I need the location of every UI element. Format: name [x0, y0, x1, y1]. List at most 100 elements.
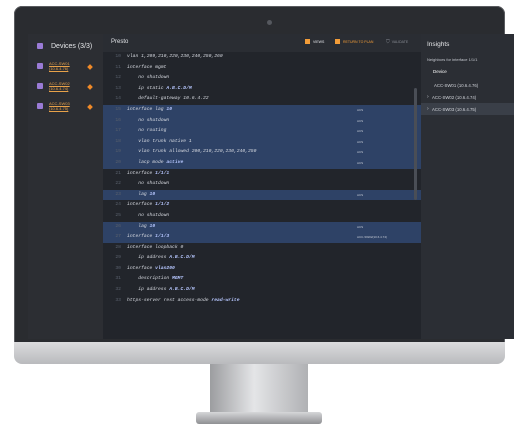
- diamond-icon: [87, 104, 93, 110]
- line-annotation: ACS: [357, 224, 364, 229]
- line-number: 22: [115, 181, 121, 187]
- devices-title: Devices (3/3): [51, 42, 93, 50]
- code-line[interactable]: 17 no routing ACS: [103, 126, 421, 137]
- code-line[interactable]: 33 https-server rest access-mode read-wri…: [103, 296, 421, 307]
- code-text: description MGMT: [127, 276, 184, 282]
- device-link[interactable]: ACC-SW03 (10.6.4.75): [49, 101, 81, 111]
- code-text: lacp mode active: [127, 159, 184, 165]
- code-variable: read-write: [211, 297, 240, 303]
- code-text: no shutdown: [127, 117, 170, 123]
- code-text: interface loopback 0: [127, 244, 184, 250]
- code-variable: 1/1/3: [155, 234, 170, 240]
- code-line[interactable]: 25 no shutdown: [103, 211, 421, 222]
- code-text: interface 1/1/1: [127, 170, 170, 176]
- line-number: 23: [115, 191, 121, 197]
- code-line[interactable]: 12 no shutdown: [103, 73, 421, 84]
- code-line[interactable]: 22 no shutdown: [103, 179, 421, 190]
- neighbor-list: ACC-SW01 (10.6.4.76) › ACC-SW02 (10.6.4.74…: [421, 79, 514, 115]
- diamond-icon: [87, 64, 93, 70]
- code-line[interactable]: 32 ip address A.B.C.D/M: [103, 285, 421, 296]
- return-to-plan-button[interactable]: RETURN TO PLAN: [335, 39, 373, 44]
- line-number: 33: [115, 297, 121, 303]
- line-number: 10: [115, 54, 121, 59]
- code-variable: vlan200: [155, 265, 175, 271]
- code-variable: 10: [149, 223, 156, 229]
- code-line[interactable]: 16 no shutdown ACS: [103, 115, 421, 127]
- line-number: 21: [115, 170, 121, 176]
- code-text: interface 1/1/3: [127, 234, 170, 240]
- app-screen: Devices (3/3) ACC-SW01 (10.6.4.76) ACC-SW…: [28, 34, 514, 339]
- code-text: no shutdown: [127, 75, 170, 81]
- code-variable: 1/1/1: [155, 170, 170, 176]
- code-line[interactable]: 27 interface 1/1/3 ACC-SW02(10.6.4.74): [103, 232, 421, 243]
- code-variable: 1/1/2: [155, 202, 170, 208]
- code-variable: 10: [149, 191, 156, 197]
- camera-dot: [267, 20, 272, 25]
- code-line[interactable]: 19 vlan trunk allowed 200,210,220,230,24…: [103, 147, 421, 158]
- code-text: interface vlan200: [127, 265, 175, 271]
- filter-icon: ⛉: [386, 39, 390, 45]
- monitor-chin: [14, 342, 505, 364]
- select-all-checkbox[interactable]: [37, 43, 43, 49]
- code-line[interactable]: 31 description MGMT: [103, 274, 421, 285]
- neighbor-row[interactable]: ACC-SW01 (10.6.4.76): [421, 79, 514, 91]
- code-variable: 10: [166, 106, 173, 112]
- code-text: interface lag 10: [127, 106, 173, 112]
- line-annotation: ACS: [357, 139, 364, 144]
- device-checkbox[interactable]: [37, 63, 43, 69]
- code-line[interactable]: 23 lag 10 ACS: [103, 189, 421, 201]
- editor-scrollbar[interactable]: [414, 88, 417, 200]
- validate-button[interactable]: ⛉ VALIDATE: [386, 39, 408, 45]
- code-line[interactable]: 18 vlan trunk native 1 ACS: [103, 136, 421, 148]
- code-line[interactable]: 11 interface mgmt: [103, 63, 421, 74]
- devices-header: Devices (3/3): [28, 34, 103, 58]
- code-line[interactable]: 24 interface 1/1/2: [103, 200, 421, 211]
- neighbor-label: ACC-SW03 (10.6.4.75): [432, 106, 477, 112]
- line-annotation: ACC-SW02(10.6.4.74): [357, 235, 388, 240]
- editor-header: Presto VIEWS RETURN TO PLAN ⛉ VALIDATE: [103, 34, 421, 52]
- views-button[interactable]: VIEWS: [305, 39, 324, 44]
- neighbor-row[interactable]: › ACC-SW03 (10.6.4.75): [421, 103, 514, 115]
- code-area[interactable]: 10 vlan 1,209,210,220,230,240,250,260 11 in…: [103, 52, 421, 306]
- code-variable: MGMT: [172, 276, 184, 282]
- line-number: 12: [115, 75, 121, 81]
- line-number: 18: [115, 138, 121, 144]
- device-link[interactable]: ACC-SW01 (10.6.4.76): [49, 61, 81, 71]
- device-checkbox[interactable]: [37, 83, 43, 89]
- insights-subtitle: Neighbors for interface 1/1/1: [427, 57, 478, 62]
- code-line[interactable]: 20 lacp mode active ACS: [103, 157, 421, 169]
- line-annotation: ACS: [357, 107, 364, 112]
- code-text: no shutdown: [127, 181, 170, 187]
- code-text: https-server rest access-mode read-write: [127, 297, 240, 303]
- code-line[interactable]: 26 lag 10 ACS: [103, 221, 421, 233]
- code-line[interactable]: 28 interface loopback 0: [103, 243, 421, 254]
- line-number: 29: [115, 255, 121, 261]
- code-text: lag 10: [127, 223, 156, 229]
- code-variable: A.B.C.D/M: [166, 85, 192, 91]
- line-annotation: ACS: [357, 160, 364, 165]
- device-link[interactable]: ACC-SW02 (10.6.4.74): [49, 81, 81, 91]
- line-number: 30: [115, 265, 121, 271]
- code-line[interactable]: 21 interface 1/1/1: [103, 169, 421, 180]
- code-text: no routing: [127, 128, 167, 134]
- device-item[interactable]: ACC-SW02 (10.6.4.74): [28, 81, 103, 98]
- code-text: interface 1/1/2: [127, 202, 170, 208]
- code-text: default-gateway 10.6.4.22: [127, 96, 209, 102]
- device-item[interactable]: ACC-SW03 (10.6.4.75): [28, 101, 103, 118]
- code-text: vlan trunk allowed 200,210,220,230,240,2…: [127, 149, 257, 155]
- code-line[interactable]: 30 interface vlan200: [103, 264, 421, 275]
- device-checkbox[interactable]: [37, 103, 43, 109]
- code-variable: active: [166, 159, 184, 165]
- device-item[interactable]: ACC-SW01 (10.6.4.76): [28, 61, 103, 78]
- code-line[interactable]: 13 ip static A.B.C.D/M: [103, 84, 421, 95]
- code-line[interactable]: 15 interface lag 10 ACS: [103, 104, 421, 116]
- code-text: vlan 1,209,210,220,230,240,250,260: [127, 54, 223, 59]
- code-line[interactable]: 29 ip address A.B.C.D/M: [103, 253, 421, 264]
- line-number: 31: [115, 276, 121, 282]
- config-editor: Presto VIEWS RETURN TO PLAN ⛉ VALIDATE 1…: [103, 34, 421, 339]
- neighbor-row[interactable]: › ACC-SW02 (10.6.4.74): [421, 91, 514, 103]
- code-line[interactable]: 14 default-gateway 10.6.4.22: [103, 94, 421, 105]
- line-number: 15: [115, 106, 121, 112]
- code-line[interactable]: 10 vlan 1,209,210,220,230,240,250,260: [103, 52, 421, 63]
- code-text: interface mgmt: [127, 64, 167, 70]
